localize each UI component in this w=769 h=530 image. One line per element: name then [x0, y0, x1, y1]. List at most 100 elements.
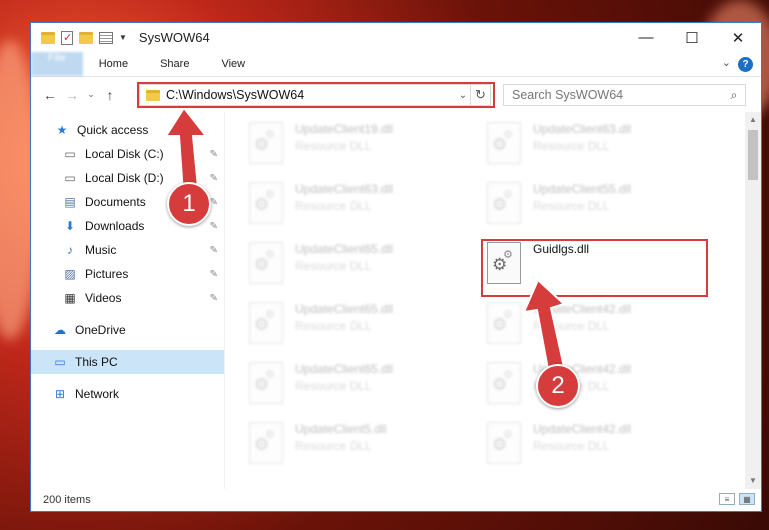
file-name: UpdateClient5.dll: [295, 422, 387, 436]
quick-access-toolbar: ▼: [31, 30, 127, 45]
file-type: Resource DLL: [295, 319, 372, 333]
large-icons-view-icon[interactable]: ▦: [739, 493, 755, 505]
navigation-pane: ★ Quick access ▭ Local Disk (C:) ✎ ▭ Loc…: [31, 112, 225, 489]
search-icon[interactable]: ⌕: [723, 88, 745, 103]
file-type: Resource DLL: [295, 259, 372, 273]
vertical-scrollbar[interactable]: ▲ ▼: [745, 112, 761, 489]
music-icon: ♪: [67, 243, 73, 257]
address-bar[interactable]: C:\Windows\SysWOW64 ⌄ ↻: [139, 84, 491, 106]
file-item[interactable]: UpdateClient42.dllResource DLL: [487, 358, 725, 418]
pin-icon[interactable]: ✎: [210, 245, 218, 256]
documents-icon: ▤: [64, 195, 76, 209]
dll-file-icon: [487, 422, 521, 464]
callout-badge-1: 1: [167, 182, 211, 226]
drive-icon: ▭: [64, 147, 76, 161]
network-icon: ⊞: [54, 387, 66, 401]
file-item[interactable]: UpdateClient19.dll Resource DLL: [249, 118, 487, 178]
dll-file-icon: [249, 302, 283, 344]
sidebar-item-label: OneDrive: [75, 323, 126, 337]
file-name: UpdateClient63.dll: [533, 122, 632, 136]
pin-icon[interactable]: ✎: [210, 269, 218, 280]
minimize-button[interactable]: —: [623, 23, 669, 52]
content-area: ★ Quick access ▭ Local Disk (C:) ✎ ▭ Loc…: [31, 112, 761, 489]
sidebar-item-this-pc[interactable]: ▭ This PC: [31, 350, 224, 374]
forward-button[interactable]: →: [61, 87, 83, 103]
file-type: Resource DLL: [295, 439, 372, 453]
refresh-icon[interactable]: ↻: [470, 85, 490, 105]
pin-icon[interactable]: ✎: [210, 149, 218, 160]
new-folder-icon[interactable]: [79, 31, 93, 44]
pin-icon[interactable]: ✎: [210, 221, 218, 232]
dll-file-icon: [487, 302, 521, 344]
back-button[interactable]: ←: [39, 87, 61, 103]
file-name: Guidlgs.dll: [533, 242, 590, 256]
file-type: Resource DLL: [295, 139, 372, 153]
tab-share[interactable]: Share: [144, 52, 205, 76]
navigation-bar: ← → ⌄ ↑ C:\Windows\SysWOW64 ⌄ ↻ ⌕: [31, 77, 761, 112]
pictures-icon: ▨: [64, 267, 76, 281]
scroll-thumb[interactable]: [748, 130, 758, 180]
file-item[interactable]: UpdateClient5.dll Resource DLL: [249, 418, 487, 478]
up-button[interactable]: ↑: [99, 87, 121, 103]
expand-ribbon-icon[interactable]: ⌄: [722, 56, 731, 69]
dll-file-icon: [249, 242, 283, 284]
file-item[interactable]: UpdateClient65.dll Resource DLL: [249, 298, 487, 358]
sidebar-item-music[interactable]: ♪ Music ✎: [31, 238, 224, 262]
search-box[interactable]: ⌕: [503, 84, 746, 106]
dll-file-icon: [487, 362, 521, 404]
sidebar-item-label: Music: [85, 243, 117, 257]
sidebar-item-network[interactable]: ⊞ Network: [31, 382, 224, 406]
title-bar: ▼ SysWOW64 — ☐ ✕: [31, 23, 761, 52]
item-count: 200 items: [43, 494, 91, 506]
tab-file[interactable]: File: [31, 52, 83, 76]
sidebar-item-pictures[interactable]: ▨ Pictures ✎: [31, 262, 224, 286]
file-item[interactable]: UpdateClient63.dll Resource DLL: [249, 178, 487, 238]
videos-icon: ▦: [64, 291, 76, 305]
file-name: UpdateClient42.dll: [533, 302, 632, 316]
dll-file-icon: [487, 122, 521, 164]
properties-check-icon[interactable]: [61, 30, 73, 45]
scroll-down-icon[interactable]: ▼: [745, 473, 761, 489]
tab-view[interactable]: View: [205, 52, 261, 76]
status-bar: 200 items ≡ ▦: [31, 489, 761, 511]
sidebar-item-quick-access[interactable]: ★ Quick access: [31, 118, 224, 142]
close-button[interactable]: ✕: [715, 23, 761, 52]
scroll-up-icon[interactable]: ▲: [745, 112, 761, 128]
view-toggle: ≡ ▦: [719, 493, 755, 505]
pin-icon[interactable]: ✎: [210, 293, 218, 304]
sidebar-item-label: This PC: [75, 355, 118, 369]
explorer-window: ▼ SysWOW64 — ☐ ✕ File Home Share View ⌄ …: [30, 22, 762, 512]
file-item[interactable]: UpdateClient42.dllResource DLL: [487, 298, 725, 358]
file-name: UpdateClient42.dll: [533, 422, 632, 436]
sidebar-item-local-disk-c[interactable]: ▭ Local Disk (C:) ✎: [31, 142, 224, 166]
file-item[interactable]: UpdateClient65.dll Resource DLL: [249, 238, 487, 298]
file-item[interactable]: UpdateClient55.dll Resource DLL: [487, 178, 725, 238]
customize-icon[interactable]: [99, 31, 113, 44]
address-path[interactable]: C:\Windows\SysWOW64: [166, 88, 456, 102]
search-input[interactable]: [504, 88, 723, 102]
chevron-down-icon[interactable]: ⌄: [456, 90, 470, 101]
recent-locations-button[interactable]: ⌄: [83, 89, 99, 100]
pin-icon[interactable]: ✎: [210, 173, 218, 184]
file-item-guidlgs[interactable]: Guidlgs.dll: [487, 238, 725, 298]
sidebar-item-onedrive[interactable]: ☁ OneDrive: [31, 318, 224, 342]
drive-icon: ▭: [64, 171, 76, 185]
maximize-button[interactable]: ☐: [669, 23, 715, 52]
help-button[interactable]: ?: [738, 57, 753, 72]
tab-home[interactable]: Home: [83, 52, 144, 76]
sidebar-item-videos[interactable]: ▦ Videos ✎: [31, 286, 224, 310]
file-list: UpdateClient19.dll Resource DLL UpdateCli…: [225, 112, 761, 489]
dll-file-icon: [249, 422, 283, 464]
dll-file-icon: [249, 182, 283, 224]
chevron-down-icon[interactable]: ▼: [119, 33, 127, 42]
file-item[interactable]: UpdateClient42.dllResource DLL: [487, 418, 725, 478]
file-item[interactable]: UpdateClient63.dll Resource DLL: [487, 118, 725, 178]
ribbon-tabs: File Home Share View ⌄ ?: [31, 52, 761, 77]
details-view-icon[interactable]: ≡: [719, 493, 735, 505]
sidebar-item-label: Local Disk (D:): [85, 171, 164, 185]
file-item[interactable]: UpdateClient65.dll Resource DLL: [249, 358, 487, 418]
file-name: UpdateClient65.dll: [295, 242, 394, 256]
file-grid: UpdateClient19.dll Resource DLL UpdateCli…: [249, 112, 761, 478]
